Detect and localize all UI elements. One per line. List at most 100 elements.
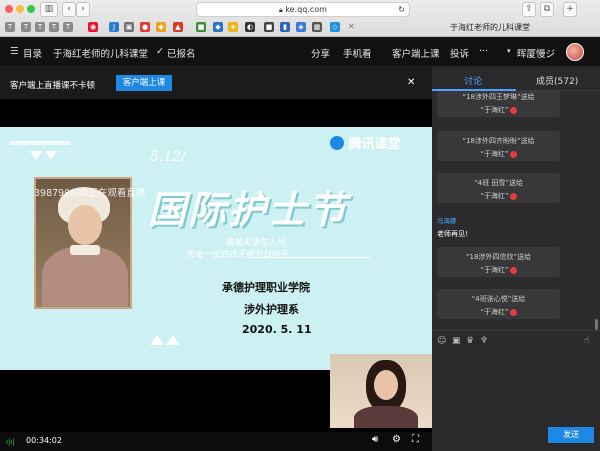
play-logo-icon: [330, 136, 344, 150]
forward-icon[interactable]: ›: [76, 2, 90, 17]
tabs-icon[interactable]: ⧉: [540, 2, 554, 17]
chat-message: 马海娜 老师再见!: [437, 215, 468, 239]
slide-decoration: [10, 141, 70, 145]
message-text: 老师再见!: [437, 230, 468, 238]
presentation-slide: 腾讯课堂 5.12/ 398799688正在观看直播 国际护士节 最美天使在人间…: [0, 127, 432, 370]
slide-date: 2020. 5. 11: [242, 323, 312, 336]
slide-date-tag: 5.12/: [150, 149, 186, 165]
slide-decoration: [45, 151, 57, 160]
elapsed-time: 00:34:02: [26, 436, 62, 445]
watch-on-phone-link[interactable]: 手机看: [343, 46, 372, 60]
reload-icon[interactable]: ↻: [398, 3, 405, 16]
favorite-icon[interactable]: T: [35, 22, 45, 32]
volume-icon[interactable]: 🔊︎: [372, 434, 378, 445]
favorite-icon[interactable]: ◐: [245, 22, 255, 32]
school-name: 承德护理职业学院: [222, 281, 310, 294]
gift-message: “18涉外四齐盼盼”送给 “于海红”: [437, 131, 560, 161]
zoom-window-button[interactable]: [27, 5, 35, 13]
favorite-icon[interactable]: ▦: [312, 22, 322, 32]
favorite-icon[interactable]: ▲: [173, 22, 183, 32]
slide-headline: 国际护士节: [148, 188, 349, 232]
new-tab-icon[interactable]: +: [563, 2, 577, 17]
fullscreen-icon[interactable]: ⛶: [412, 434, 419, 445]
department-name: 涉外护理系: [244, 303, 299, 316]
hand-raise-icon[interactable]: ☝: [584, 336, 589, 346]
teacher-body: [354, 406, 418, 428]
enrolled-label: 已报名: [167, 49, 196, 60]
panel-tabs: 讨论 成员(572): [432, 67, 600, 91]
slide-subtitle: 祝每一位白衣天使节日快乐: [186, 250, 289, 260]
more-icon[interactable]: ···: [479, 46, 488, 57]
tab-members[interactable]: 成员(572): [536, 74, 578, 87]
favorite-icon[interactable]: ◆: [156, 22, 166, 32]
favorite-icon[interactable]: ◆: [213, 22, 223, 32]
emoji-icon[interactable]: ☺: [437, 336, 446, 346]
menu-icon[interactable]: ☰: [10, 46, 19, 57]
chat-list[interactable]: “18涉外四王梦琳”送给 “于海红” “18涉外四齐盼盼”送给 “于海红” “4…: [432, 91, 600, 330]
gift-message: “4班张心悦”送给 “于海红”: [437, 289, 560, 319]
close-window-button[interactable]: [5, 5, 13, 13]
client-class-link[interactable]: 客户端上课: [392, 46, 440, 60]
gift-icon[interactable]: ♛: [466, 336, 474, 346]
favorite-icon[interactable]: ▣: [124, 22, 134, 32]
settings-gear-icon[interactable]: ⚙: [392, 434, 401, 445]
browser-chrome: ▥ ‹ › 🔒︎ ke.qq.com ↻ ⇧ ⧉ + T T T T T ◉ J…: [0, 0, 600, 37]
favorite-icon[interactable]: ◇: [330, 22, 340, 32]
favorite-icon[interactable]: T: [5, 22, 15, 32]
gift-message: “18涉外四信欣”送给 “于海红”: [437, 247, 560, 277]
back-icon[interactable]: ‹: [62, 2, 76, 17]
flower-icon: [509, 150, 517, 158]
portrait-face: [68, 205, 102, 245]
complaint-link[interactable]: 投诉: [450, 46, 469, 60]
message-composer: ☺ ▣ ♛ ♆ ☝ 发送: [432, 330, 600, 451]
microphone-icon[interactable]: ♆: [480, 336, 488, 346]
teacher-face: [374, 370, 398, 400]
favorite-icon[interactable]: J: [109, 22, 119, 32]
url-text: ke.qq.com: [285, 5, 327, 14]
image-icon[interactable]: ▣: [452, 336, 461, 346]
message-user: 马海娜: [437, 217, 457, 225]
viewer-watermark: 398799688正在观看直播: [34, 188, 146, 199]
tab-discussion[interactable]: 讨论: [464, 74, 482, 87]
weibo-icon[interactable]: ◉: [88, 22, 98, 32]
favorite-icon[interactable]: T: [49, 22, 59, 32]
favorite-icon[interactable]: ●: [140, 22, 150, 32]
message-input[interactable]: [436, 351, 596, 427]
flower-icon: [509, 266, 517, 274]
video-player[interactable]: 客户端上直播课不卡顿 客户端上课 ✕ 腾讯课堂 5.12/ 398799688正…: [0, 67, 432, 451]
share-icon[interactable]: ⇧: [522, 2, 536, 17]
favorite-icon[interactable]: ★: [228, 22, 238, 32]
favorite-icon[interactable]: ■: [196, 22, 206, 32]
close-tab-icon[interactable]: ✕: [348, 22, 355, 31]
favorites-bar: T T T T T ◉ J ▣ ● ◆ ▲ ■ ◆ ★ ◐ ■ ▮ ◈ ▦ ◇ …: [0, 19, 600, 36]
chevron-down-icon[interactable]: ▾: [507, 47, 511, 55]
portrait-collar: [70, 245, 100, 255]
open-client-button[interactable]: 客户端上课: [116, 75, 172, 91]
favorite-icon[interactable]: T: [21, 22, 31, 32]
top-nav: ☰ 目录 于海红老师的儿科课堂 ✓ 已报名 分享 手机看 客户端上课 投诉 ··…: [0, 37, 600, 67]
address-bar[interactable]: 🔒︎ ke.qq.com ↻: [196, 2, 410, 17]
username[interactable]: 晖厦慢ジ: [517, 46, 555, 60]
share-link[interactable]: 分享: [311, 46, 330, 60]
slide-decoration: [30, 151, 42, 160]
portrait-dress: [42, 247, 128, 307]
flower-icon: [509, 192, 517, 200]
flower-icon: [509, 308, 517, 316]
close-banner-icon[interactable]: ✕: [407, 77, 415, 88]
slide-decoration: [166, 335, 180, 345]
player-controls: ı|ı| 00:34:02 🔊︎ ⚙ ⛶: [0, 432, 432, 451]
favorite-icon[interactable]: T: [63, 22, 73, 32]
chat-scrollbar[interactable]: [595, 319, 598, 330]
favorite-icon[interactable]: ■: [264, 22, 274, 32]
catalog-link[interactable]: 目录: [23, 46, 42, 60]
favorite-icon[interactable]: ◈: [296, 22, 306, 32]
tab-title[interactable]: 于海红老师的儿科课堂: [450, 22, 530, 33]
slide-subtitle: 最美天使在人间: [226, 238, 286, 248]
sidebar-toggle-icon[interactable]: ▥: [40, 2, 58, 17]
minimize-window-button[interactable]: [16, 5, 24, 13]
send-button[interactable]: 发送: [548, 427, 594, 443]
lock-icon: 🔒︎: [279, 6, 283, 14]
user-avatar[interactable]: [566, 43, 584, 61]
favorite-icon[interactable]: ▮: [280, 22, 290, 32]
teacher-camera-feed: [330, 354, 432, 428]
